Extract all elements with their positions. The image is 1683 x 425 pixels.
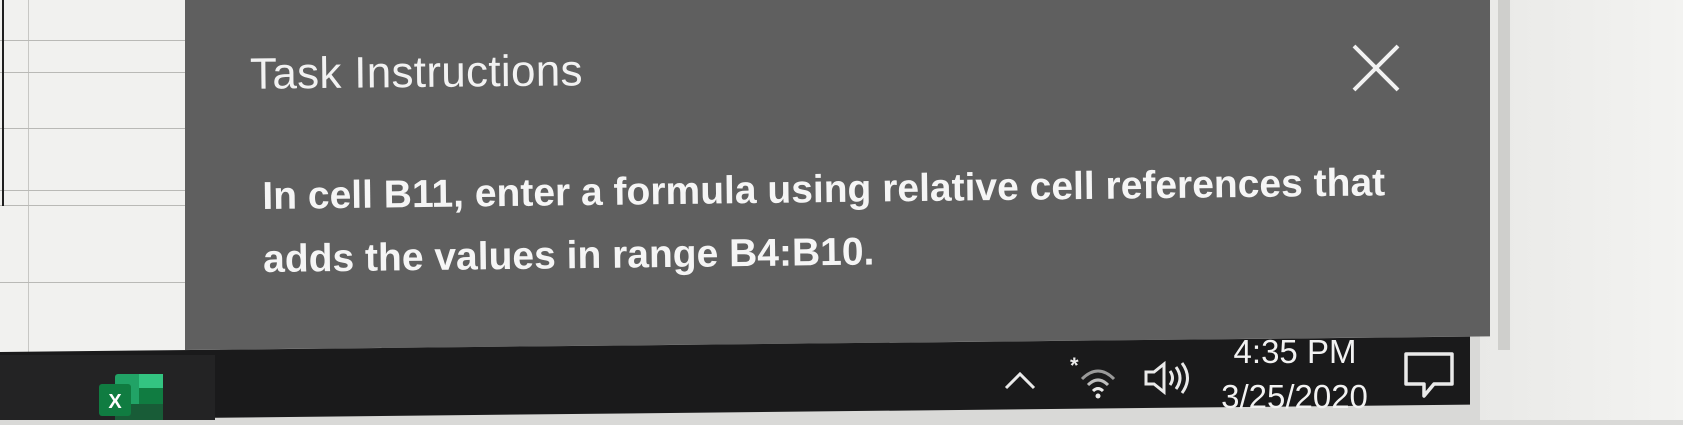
speaker-icon[interactable] [1140, 358, 1196, 398]
close-icon[interactable] [1350, 42, 1402, 94]
clock-date[interactable]: 3/25/2020 [1212, 378, 1377, 416]
svg-text:*: * [1070, 355, 1079, 378]
notification-icon[interactable] [1400, 348, 1458, 402]
chevron-up-icon[interactable] [1000, 368, 1040, 392]
clock-time[interactable]: 4:35 PM [1220, 333, 1370, 371]
column-gridline [28, 0, 29, 360]
panel-title: Task Instructions [249, 46, 584, 99]
right-background [1480, 0, 1683, 420]
svg-text:X: X [108, 391, 122, 413]
cell-border [2, 0, 4, 206]
scrollbar[interactable] [1498, 0, 1510, 350]
instruction-text: In cell B11, enter a formula using relat… [262, 161, 1386, 281]
wifi-icon[interactable]: * [1068, 353, 1120, 400]
excel-icon[interactable]: X [95, 372, 167, 420]
